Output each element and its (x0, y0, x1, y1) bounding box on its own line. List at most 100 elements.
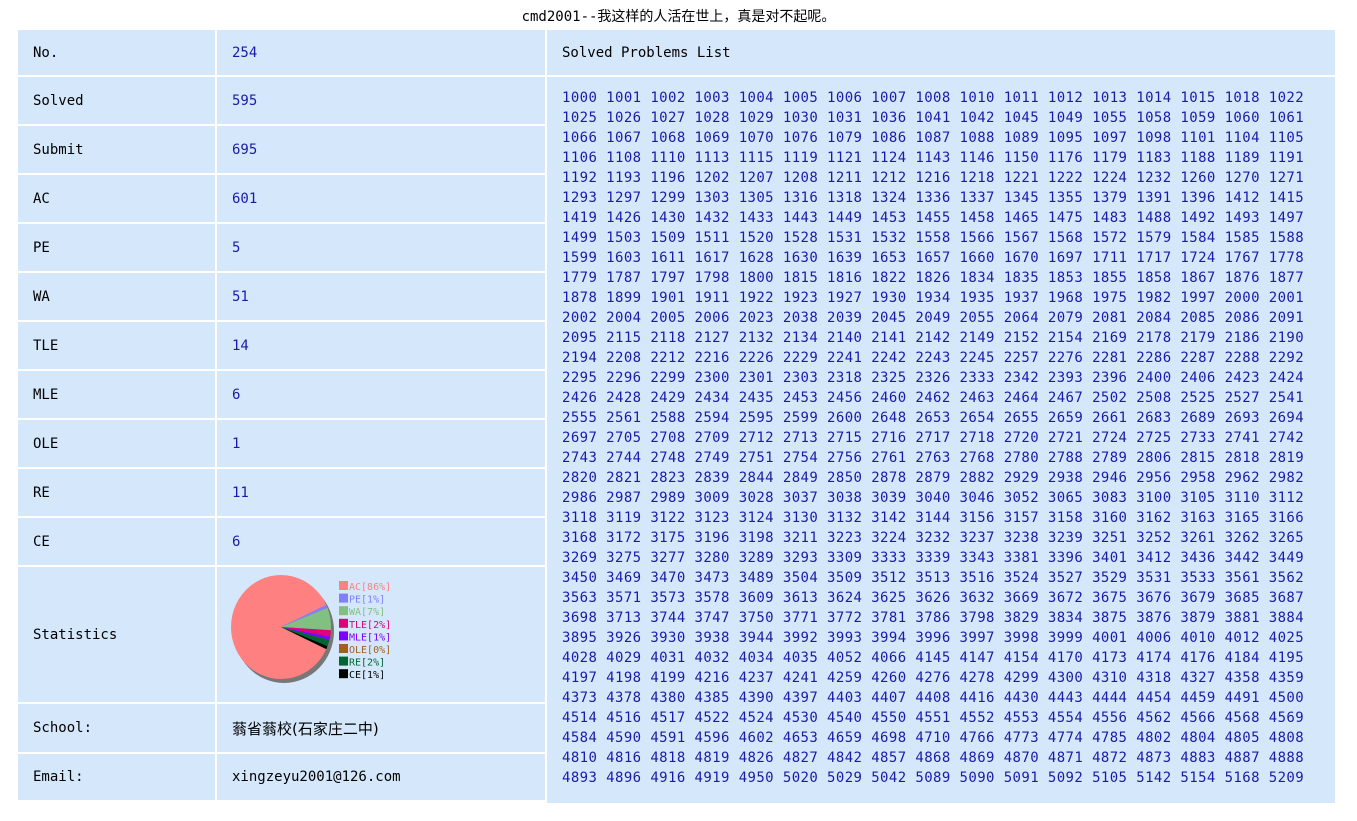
problem-link[interactable]: 2683 (1136, 410, 1171, 426)
problem-link[interactable]: 3261 (1180, 530, 1215, 546)
problem-link[interactable]: 1207 (739, 170, 774, 186)
problem-link[interactable]: 1318 (827, 190, 862, 206)
problem-link[interactable]: 3562 (1269, 570, 1304, 586)
problem-link[interactable]: 1196 (650, 170, 685, 186)
problem-link[interactable]: 2127 (695, 330, 730, 346)
problem-link[interactable]: 4299 (1004, 670, 1039, 686)
problem-link[interactable]: 1004 (739, 90, 774, 106)
problem-link[interactable]: 3028 (739, 490, 774, 506)
problem-link[interactable]: 3563 (562, 590, 597, 606)
problem-link[interactable]: 1115 (739, 150, 774, 166)
problem-link[interactable]: 1005 (783, 90, 818, 106)
problem-link[interactable]: 1027 (650, 110, 685, 126)
problem-link[interactable]: 2780 (1004, 450, 1039, 466)
problem-link[interactable]: 3157 (1004, 510, 1039, 526)
problem-link[interactable]: 3211 (783, 530, 818, 546)
problem-link[interactable]: 4888 (1269, 750, 1304, 766)
problem-link[interactable]: 1934 (915, 290, 950, 306)
problem-link[interactable]: 1176 (1048, 150, 1083, 166)
problem-link[interactable]: 2820 (562, 470, 597, 486)
problem-link[interactable]: 4199 (650, 670, 685, 686)
problem-link[interactable]: 2456 (827, 390, 862, 406)
problem-link[interactable]: 1143 (915, 150, 950, 166)
problem-link[interactable]: 4698 (871, 730, 906, 746)
problem-link[interactable]: 2806 (1136, 450, 1171, 466)
problem-link[interactable]: 3293 (783, 550, 818, 566)
problem-link[interactable]: 2467 (1048, 390, 1083, 406)
problem-link[interactable]: 2318 (827, 370, 862, 386)
problem-link[interactable]: 2720 (1004, 430, 1039, 446)
problem-link[interactable]: 2393 (1048, 370, 1083, 386)
problem-link[interactable]: 1528 (783, 230, 818, 246)
problem-link[interactable]: 2423 (1225, 370, 1260, 386)
problem-link[interactable]: 1202 (695, 170, 730, 186)
problem-link[interactable]: 1049 (1048, 110, 1083, 126)
problem-link[interactable]: 3996 (915, 630, 950, 646)
problem-link[interactable]: 2118 (650, 330, 685, 346)
problem-link[interactable]: 2879 (915, 470, 950, 486)
problem-link[interactable]: 2600 (827, 410, 862, 426)
problem-link[interactable]: 2132 (739, 330, 774, 346)
problem-link[interactable]: 2882 (960, 470, 995, 486)
problem-link[interactable]: 1778 (1269, 250, 1304, 266)
problem-link[interactable]: 3333 (871, 550, 906, 566)
problem-link[interactable]: 3196 (695, 530, 730, 546)
problem-link[interactable]: 4066 (871, 650, 906, 666)
problem-link[interactable]: 1927 (827, 290, 862, 306)
problem-link[interactable]: 3237 (960, 530, 995, 546)
problem-link[interactable]: 3993 (827, 630, 862, 646)
problem-link[interactable]: 2823 (650, 470, 685, 486)
problem-link[interactable]: 4430 (1004, 690, 1039, 706)
problem-link[interactable]: 1086 (871, 130, 906, 146)
problem-link[interactable]: 2301 (739, 370, 774, 386)
problem-link[interactable]: 3992 (783, 630, 818, 646)
problem-link[interactable]: 3396 (1048, 550, 1083, 566)
problem-link[interactable]: 4173 (1092, 650, 1127, 666)
problem-link[interactable]: 2039 (827, 310, 862, 326)
problem-link[interactable]: 2878 (871, 470, 906, 486)
problem-link[interactable]: 2956 (1136, 470, 1171, 486)
problem-link[interactable]: 3881 (1225, 610, 1260, 626)
problem-link[interactable]: 2709 (695, 430, 730, 446)
problem-link[interactable]: 1922 (739, 290, 774, 306)
problem-link[interactable]: 3105 (1180, 490, 1215, 506)
problem-link[interactable]: 4550 (871, 710, 906, 726)
problem-link[interactable]: 3531 (1136, 570, 1171, 586)
problem-link[interactable]: 1068 (650, 130, 685, 146)
problem-link[interactable]: 3626 (915, 590, 950, 606)
problem-link[interactable]: 2724 (1092, 430, 1127, 446)
problem-link[interactable]: 2152 (1004, 330, 1039, 346)
problem-link[interactable]: 2588 (650, 410, 685, 426)
problem-link[interactable]: 1579 (1136, 230, 1171, 246)
problem-link[interactable]: 2226 (739, 350, 774, 366)
problem-link[interactable]: 2815 (1180, 450, 1215, 466)
problem-link[interactable]: 4012 (1225, 630, 1260, 646)
problem-link[interactable]: 1025 (562, 110, 597, 126)
problem-link[interactable]: 3412 (1136, 550, 1171, 566)
problem-link[interactable]: 4006 (1136, 630, 1171, 646)
problem-link[interactable]: 3052 (1004, 490, 1039, 506)
problem-link[interactable]: 3698 (562, 610, 597, 626)
problem-link[interactable]: 2756 (827, 450, 862, 466)
problem-link[interactable]: 1105 (1269, 130, 1304, 146)
problem-link[interactable]: 4887 (1225, 750, 1260, 766)
problem-link[interactable]: 1002 (650, 90, 685, 106)
problem-link[interactable]: 2002 (562, 310, 597, 326)
problem-link[interactable]: 2713 (783, 430, 818, 446)
problem-link[interactable]: 1067 (606, 130, 641, 146)
problem-link[interactable]: 4556 (1092, 710, 1127, 726)
problem-link[interactable]: 1982 (1136, 290, 1171, 306)
problem-link[interactable]: 1455 (915, 210, 950, 226)
problem-link[interactable]: 4766 (960, 730, 995, 746)
problem-link[interactable]: 1297 (606, 190, 641, 206)
problem-link[interactable]: 3175 (650, 530, 685, 546)
problem-link[interactable]: 2453 (783, 390, 818, 406)
problem-link[interactable]: 3112 (1269, 490, 1304, 506)
problem-link[interactable]: 5154 (1180, 770, 1215, 786)
problem-link[interactable]: 2844 (739, 470, 774, 486)
problem-link[interactable]: 1337 (960, 190, 995, 206)
problem-link[interactable]: 2287 (1180, 350, 1215, 366)
problem-link[interactable]: 3401 (1092, 550, 1127, 566)
problem-link[interactable]: 1192 (562, 170, 597, 186)
problem-link[interactable]: 2849 (783, 470, 818, 486)
